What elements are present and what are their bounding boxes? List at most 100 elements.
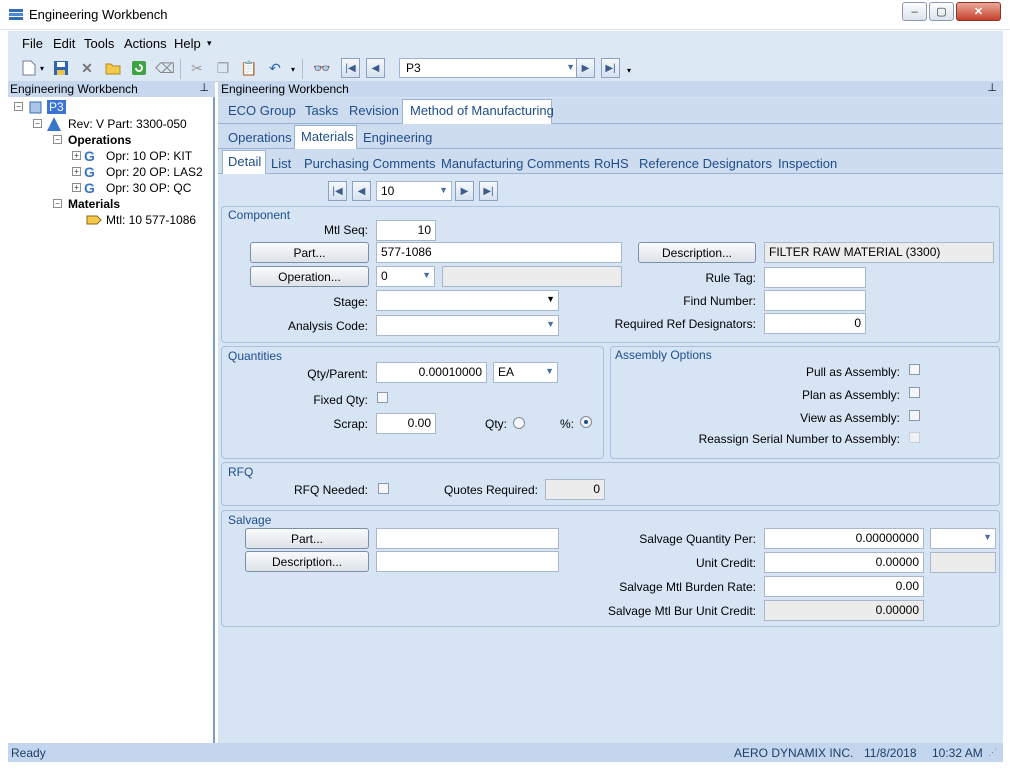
tab-eco-group[interactable]: ECO Group <box>228 100 296 122</box>
salvage-burden-rate-field[interactable]: 0.00 <box>764 576 924 597</box>
tree-materials[interactable]: Materials <box>68 197 120 211</box>
tree-collapse-icon[interactable]: − <box>53 135 62 144</box>
binoculars-icon[interactable]: 👓 <box>313 59 331 77</box>
tree-op-20[interactable]: Opr: 20 OP: LAS2 <box>106 165 203 179</box>
record-selector[interactable]: 10 ▼ <box>376 181 452 201</box>
operation-button[interactable]: Operation... <box>250 266 369 287</box>
prev-record-button[interactable]: ◀ <box>366 58 385 78</box>
next-record-button[interactable]: ▶ <box>576 58 595 78</box>
salvage-description-button[interactable]: Description... <box>245 551 369 572</box>
tab-tasks[interactable]: Tasks <box>305 100 338 122</box>
tree-op-30[interactable]: Opr: 30 OP: QC <box>106 181 191 195</box>
toolbar-overflow-icon[interactable]: ▾ <box>627 66 631 75</box>
tree-expand-icon[interactable]: + <box>72 151 81 160</box>
tab-reference-designators[interactable]: Reference Designators <box>639 153 772 175</box>
minimize-button[interactable]: – <box>902 2 927 21</box>
unit-credit-field[interactable]: 0.00000 <box>764 552 924 573</box>
scrap-qty-radio[interactable] <box>513 417 525 429</box>
view-as-assembly-checkbox[interactable] <box>909 410 920 421</box>
pin-icon[interactable]: ⊥ <box>987 81 997 94</box>
new-icon[interactable] <box>20 59 38 77</box>
analysis-code-select[interactable]: ▼ <box>376 315 559 336</box>
salvage-description-field[interactable] <box>376 551 559 572</box>
tree-revision[interactable]: Rev: V Part: 3300-050 <box>68 117 187 131</box>
quotes-required-field[interactable]: 0 <box>545 479 605 500</box>
tab-rohs[interactable]: RoHS <box>594 153 629 175</box>
scrap-percent-radio[interactable] <box>580 416 592 428</box>
last-record-button[interactable]: ▶| <box>601 58 620 78</box>
menu-file[interactable]: File <box>22 36 43 51</box>
delete-icon[interactable]: ✕ <box>78 59 96 77</box>
description-field[interactable]: FILTER RAW MATERIAL (3300) <box>764 242 994 263</box>
next-record-button[interactable]: ▶ <box>455 181 474 201</box>
tree-collapse-icon[interactable]: − <box>33 119 42 128</box>
tree-expand-icon[interactable]: + <box>72 183 81 192</box>
record-combo[interactable]: P3 ▼ <box>399 58 579 78</box>
tree-root[interactable]: P3 <box>47 100 66 114</box>
plan-as-assembly-checkbox[interactable] <box>909 387 920 398</box>
tab-revision[interactable]: Revision <box>349 100 399 122</box>
tab-materials[interactable]: Materials <box>294 125 357 149</box>
tab-purchasing-comments[interactable]: Purchasing Comments <box>304 153 436 175</box>
part-field[interactable]: 577-1086 <box>376 242 622 263</box>
new-dropdown-icon[interactable]: ▾ <box>40 64 44 73</box>
rule-tag-field[interactable] <box>764 267 866 288</box>
scrap-field[interactable]: 0.00 <box>376 413 436 434</box>
tree-operations[interactable]: Operations <box>68 133 131 147</box>
menu-actions[interactable]: Actions <box>124 36 167 51</box>
fixed-qty-checkbox[interactable] <box>377 392 388 403</box>
open-folder-icon[interactable] <box>104 59 122 77</box>
tree-expand-icon[interactable]: + <box>72 167 81 176</box>
tab-detail[interactable]: Detail <box>222 150 266 174</box>
last-record-button[interactable]: ▶| <box>479 181 498 201</box>
copy-icon[interactable]: ❐ <box>214 59 232 77</box>
tab-operations[interactable]: Operations <box>228 127 292 149</box>
tab-inspection[interactable]: Inspection <box>778 153 837 175</box>
uom-select[interactable]: EA ▼ <box>493 362 558 383</box>
salvage-part-button[interactable]: Part... <box>245 528 369 549</box>
salvage-burden-rate-label: Salvage Mtl Burden Rate: <box>619 580 756 594</box>
resize-grip-icon[interactable]: ⋰ <box>988 747 997 758</box>
undo-icon[interactable]: ↶ <box>266 59 284 77</box>
salvage-part-field[interactable] <box>376 528 559 549</box>
tree-mtl-10[interactable]: Mtl: 10 577-1086 <box>106 213 196 227</box>
save-icon[interactable] <box>52 59 70 77</box>
tab-manufacturing-comments[interactable]: Manufacturing Comments <box>441 153 590 175</box>
menu-help[interactable]: Help <box>174 36 201 51</box>
description-button[interactable]: Description... <box>638 242 756 263</box>
menu-overflow-icon[interactable]: ▾ <box>207 38 212 49</box>
find-number-field[interactable] <box>764 290 866 311</box>
maximize-button[interactable]: ▢ <box>929 2 954 21</box>
pin-icon[interactable]: ⊥ <box>199 81 209 94</box>
first-record-button[interactable]: |◀ <box>328 181 347 201</box>
pull-as-assembly-checkbox[interactable] <box>909 364 920 375</box>
stage-select[interactable]: ▼ <box>376 290 559 311</box>
cut-icon[interactable]: ✂ <box>188 59 206 77</box>
mtl-seq-field[interactable]: 10 <box>376 220 436 241</box>
salvage-uom-select[interactable]: ▼ <box>930 528 996 549</box>
paste-icon[interactable]: 📋 <box>240 59 258 77</box>
rfq-needed-checkbox[interactable] <box>378 483 389 494</box>
undo-dropdown-icon[interactable]: ▾ <box>291 65 295 74</box>
refresh-icon[interactable] <box>130 59 148 77</box>
tree-collapse-icon[interactable]: − <box>53 199 62 208</box>
menu-tools[interactable]: Tools <box>84 36 114 51</box>
tab-list[interactable]: List <box>271 153 291 175</box>
salvage-bur-unit-credit-field[interactable]: 0.00000 <box>764 600 924 621</box>
first-record-button[interactable]: |◀ <box>341 58 360 78</box>
status-text: Ready <box>11 746 46 760</box>
menu-edit[interactable]: Edit <box>53 36 75 51</box>
close-button[interactable]: ✕ <box>956 2 1001 21</box>
tab-method-of-manufacturing[interactable]: Method of Manufacturing <box>402 99 554 124</box>
prev-record-button[interactable]: ◀ <box>352 181 371 201</box>
operation-select[interactable]: 0 ▼ <box>376 266 435 287</box>
chevron-down-icon: ▼ <box>566 62 575 72</box>
tab-engineering[interactable]: Engineering <box>363 127 432 149</box>
eraser-icon[interactable]: ⌫ <box>155 59 175 77</box>
tree-collapse-icon[interactable]: − <box>14 102 23 111</box>
required-ref-designators-field[interactable]: 0 <box>764 313 866 334</box>
salvage-qty-per-field[interactable]: 0.00000000 <box>764 528 924 549</box>
qty-parent-field[interactable]: 0.00010000 <box>376 362 487 383</box>
part-button[interactable]: Part... <box>250 242 369 263</box>
tree-op-10[interactable]: Opr: 10 OP: KIT <box>106 149 192 163</box>
